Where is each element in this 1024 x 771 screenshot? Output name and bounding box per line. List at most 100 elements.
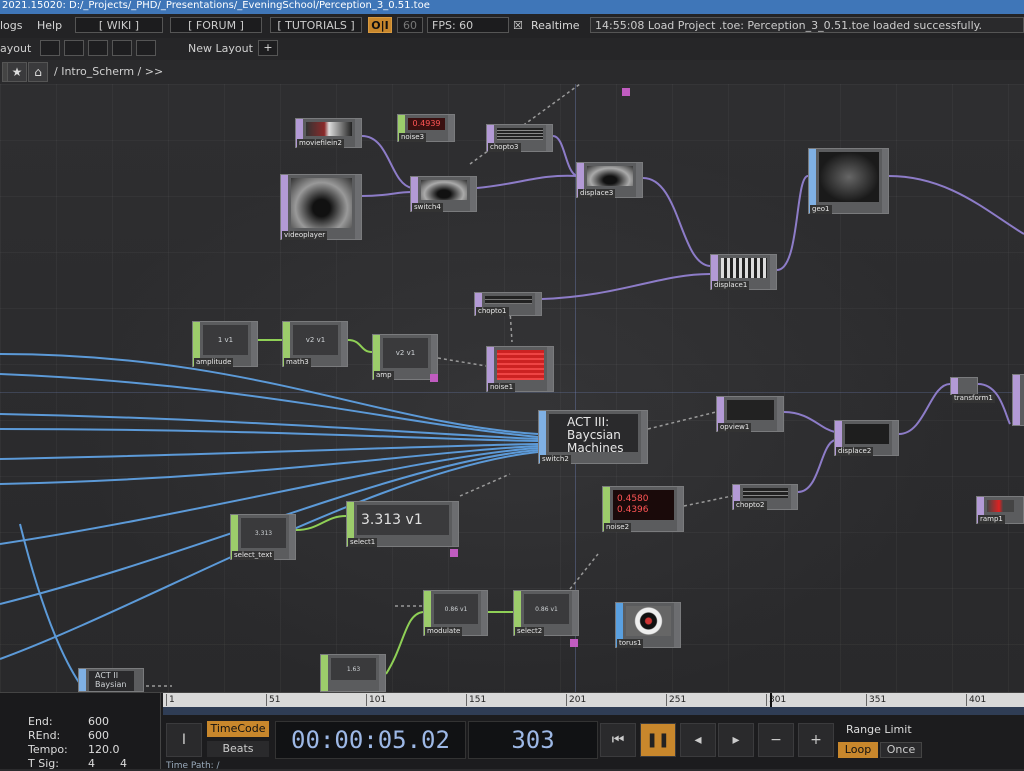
node-type-strip (321, 655, 328, 691)
forum-button[interactable]: [ FORUM ] (170, 17, 262, 33)
node-modulate[interactable]: 0.86 v1 modulate (423, 590, 488, 636)
network-path[interactable]: / Intro_Scherm / >> (54, 65, 163, 78)
add-layout-button[interactable]: + (258, 40, 278, 56)
flag-marker (450, 549, 458, 557)
node-act-small[interactable]: ACT II Baysian (78, 668, 144, 692)
node-output[interactable] (470, 177, 476, 211)
node-noise1[interactable]: noise1 (486, 346, 554, 392)
node-output[interactable] (448, 115, 454, 141)
frame-display[interactable]: 303 (468, 721, 598, 759)
new-layout-label[interactable]: New Layout (188, 41, 253, 57)
star-icon[interactable]: ★ (7, 62, 27, 82)
node-output[interactable] (674, 603, 680, 647)
fps-limit-box[interactable]: 60 (397, 17, 423, 33)
node-noise3[interactable]: 0.4939 noise3 (397, 114, 455, 142)
tutorials-button[interactable]: [ TUTORIALS ] (270, 17, 362, 33)
node-output[interactable] (355, 175, 361, 239)
timecode-display[interactable]: 00:00:05.02 (275, 721, 466, 759)
node-chopto3[interactable]: chopto3 (486, 124, 553, 152)
node-output[interactable] (251, 322, 257, 366)
node-amp[interactable]: v2 v1 amp (372, 334, 438, 380)
perform-mode-button[interactable]: O|I (368, 17, 392, 33)
node-noise2[interactable]: 0.4580 0.4396 noise2 (602, 486, 684, 532)
node-viewer: 1.63 (331, 658, 376, 680)
node-output[interactable] (431, 335, 437, 379)
step-back-icon[interactable]: ◂ (680, 723, 716, 757)
layout-button-1[interactable] (40, 40, 60, 56)
step-forward-icon[interactable]: ▸ (718, 723, 754, 757)
node-torus1[interactable]: torus1 (615, 602, 681, 648)
node-output[interactable] (546, 125, 552, 151)
node-output[interactable] (355, 119, 361, 147)
plus-icon[interactable]: + (798, 723, 834, 757)
node-select2[interactable]: 0.86 v1 select2 (513, 590, 579, 636)
node-output[interactable] (770, 255, 776, 289)
tsig-value[interactable]: 4 (88, 757, 95, 771)
node-transform1[interactable]: transform1 (950, 377, 995, 403)
node-output[interactable] (677, 487, 683, 531)
rewind-icon[interactable]: ⏮ (600, 723, 636, 757)
tsig-value-2[interactable]: 4 (120, 757, 127, 771)
node-output[interactable] (535, 293, 541, 315)
loop-toggle[interactable]: Loop (838, 742, 878, 758)
beats-toggle[interactable]: Beats (207, 741, 269, 757)
network-editor[interactable]: moviefilein2 0.4939 noise3 chopto3 video… (0, 84, 1024, 692)
time-mode-button[interactable]: I (166, 723, 202, 757)
menu-help[interactable]: Help (37, 18, 62, 34)
node-output[interactable] (572, 591, 578, 635)
node-viewer (497, 128, 543, 140)
realtime-checkbox[interactable]: ☒ (513, 18, 523, 34)
node-chopto1[interactable]: chopto1 (474, 292, 542, 316)
layout-button-3[interactable] (88, 40, 108, 56)
pause-icon[interactable]: ❚❚ (640, 723, 676, 757)
time-scrub-bar[interactable] (163, 707, 1024, 715)
node-output[interactable] (636, 163, 642, 197)
wiki-button[interactable]: [ WIKI ] (75, 17, 163, 33)
node-output[interactable] (481, 591, 487, 635)
node-ramp1[interactable]: ramp1 (976, 496, 1024, 524)
node-chopto2[interactable]: chopto2 (732, 484, 798, 510)
minus-icon[interactable]: − (758, 723, 794, 757)
node-label: opview1 (718, 423, 752, 432)
once-toggle[interactable]: Once (880, 742, 922, 758)
node-displace1[interactable]: displace1 (710, 254, 777, 290)
node-chan1[interactable]: 1.63 (320, 654, 386, 692)
node-output[interactable] (882, 149, 888, 213)
node-output[interactable] (452, 502, 458, 546)
node-output[interactable] (289, 515, 295, 559)
node-output[interactable] (641, 411, 647, 463)
node-select-text[interactable]: 3.313 select_text (230, 514, 296, 560)
time-ruler[interactable]: 1 51 101 151 201 251 301 351 401 (163, 693, 1024, 707)
playhead[interactable] (770, 693, 772, 707)
node-amplitude[interactable]: 1 v1 amplitude (192, 321, 258, 367)
node-displace2[interactable]: displace2 (834, 420, 899, 456)
layout-button-2[interactable] (64, 40, 84, 56)
tempo-value[interactable]: 120.0 (88, 743, 120, 757)
layout-button-5[interactable] (136, 40, 156, 56)
node-type-strip (951, 378, 958, 394)
home-icon[interactable]: ⌂ (28, 62, 48, 82)
node-viewer (727, 400, 774, 420)
node-switch4[interactable]: switch4 (410, 176, 477, 212)
node-displace3[interactable]: displace3 (576, 162, 643, 198)
node-label: displace3 (578, 189, 616, 198)
end-value[interactable]: 600 (88, 715, 109, 729)
menu-dialogs[interactable]: logs (0, 18, 23, 34)
node-output[interactable] (791, 485, 797, 509)
node-output[interactable] (547, 347, 553, 391)
node-output[interactable] (379, 655, 385, 691)
node-videoplayer[interactable]: videoplayer (280, 174, 362, 240)
node-math3[interactable]: v2 v1 math3 (282, 321, 348, 367)
timecode-toggle[interactable]: TimeCode (207, 721, 269, 737)
node-switch2[interactable]: ACT III: Baycsian Machines switch2 (538, 410, 648, 464)
node-output[interactable] (892, 421, 898, 455)
node-moviefilein2[interactable]: moviefilein2 (295, 118, 362, 148)
rend-value[interactable]: 600 (88, 729, 109, 743)
layout-button-4[interactable] (112, 40, 132, 56)
node-opview1[interactable]: opview1 (716, 396, 784, 432)
node-select1[interactable]: 3.313 v1 select1 (346, 501, 459, 547)
node-offscreen[interactable] (1012, 374, 1024, 426)
node-output[interactable] (341, 322, 347, 366)
node-geo1[interactable]: geo1 (808, 148, 889, 214)
node-output[interactable] (777, 397, 783, 431)
